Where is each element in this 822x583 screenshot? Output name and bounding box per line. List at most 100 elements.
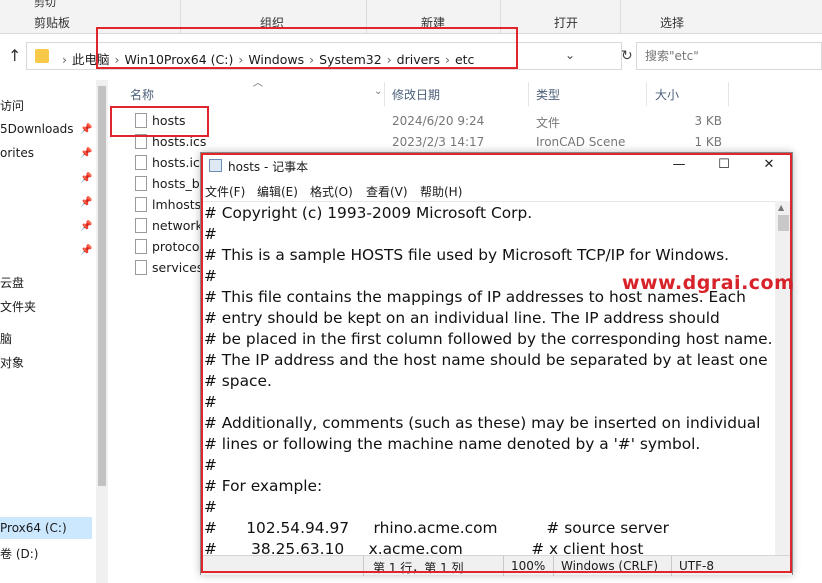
file-name: hosts.ics (152, 155, 207, 170)
column-header-size[interactable]: 大小 (655, 82, 679, 106)
menu-format[interactable]: 格式(O) (310, 183, 353, 200)
file-icon (135, 260, 147, 275)
line-ending: Windows (CRLF) (561, 559, 659, 573)
maximize-button[interactable]: ☐ (706, 155, 742, 177)
file-name: protoco (152, 239, 200, 254)
status-bar: 第 1 行，第 1 列 100% Windows (CRLF) UTF-8 (201, 555, 792, 576)
breadcrumb: › 此电脑 › Win10Prox64 (C:) › Windows › System32 › d… (57, 49, 474, 68)
breadcrumb-sep: › (62, 52, 67, 67)
pin-icon: 📌 (80, 173, 93, 184)
folder-icon (35, 49, 49, 63)
ribbon-divider (366, 0, 367, 34)
file-name: hosts (152, 113, 186, 128)
text-line: # The IP address and the host name shoul… (204, 351, 768, 369)
nav-item-folders[interactable]: 文件夹 (0, 298, 36, 315)
refresh-icon[interactable]: ↻ (621, 48, 633, 64)
text-line: # entry should be kept on an individual … (204, 309, 720, 327)
chevron-down-icon[interactable]: ⌄ (565, 48, 575, 62)
text-line: # (204, 393, 217, 411)
nav-item-this-pc[interactable]: 脑 (0, 330, 12, 347)
file-icon (135, 113, 147, 128)
notepad-icon (209, 159, 222, 172)
text-editor[interactable]: # Copyright (c) 1993-2009 Microsoft Corp… (203, 201, 775, 555)
nav-item-downloads[interactable]: 5Downloads (0, 122, 74, 136)
breadcrumb-sep: › (114, 52, 120, 67)
encoding: UTF-8 (679, 559, 714, 573)
file-date: 2024/6/20 9:24 (392, 114, 485, 128)
menu-file[interactable]: 文件(F) (205, 183, 245, 200)
file-size: 1 KB (694, 135, 722, 149)
menu-help[interactable]: 帮助(H) (420, 183, 462, 200)
column-divider[interactable] (384, 82, 385, 106)
file-icon (135, 197, 147, 212)
breadcrumb-drivers[interactable]: drivers (397, 52, 440, 67)
ribbon-divider (620, 0, 621, 34)
status-divider (503, 556, 504, 576)
status-divider (671, 556, 672, 576)
pin-icon: 📌 (80, 148, 93, 159)
column-header-type[interactable]: 类型 (536, 82, 560, 106)
notepad-window: hosts - 记事本 — ☐ ✕ 文件(F) 编辑(E) 格式(O) 查看(V… (200, 152, 793, 576)
column-divider[interactable] (528, 82, 529, 106)
menu-view[interactable]: 查看(V) (366, 183, 408, 200)
table-row[interactable]: hosts.ics 2023/2/3 14:17 IronCAD Scene 1… (108, 132, 822, 153)
nav-scrollbar-thumb[interactable] (98, 86, 106, 486)
nav-item-drive-c[interactable]: Prox64 (C:) (0, 521, 67, 535)
breadcrumb-system32[interactable]: System32 (319, 52, 382, 67)
menu-edit[interactable]: 编辑(E) (257, 183, 298, 200)
text-line: # 102.54.94.97 rhino.acme.com # source s… (204, 519, 669, 537)
nav-item-quick-access[interactable]: 访问 (0, 97, 24, 114)
table-row[interactable]: hosts 2024/6/20 9:24 文件 3 KB (108, 111, 822, 132)
column-header-name[interactable]: 名称 (130, 82, 154, 106)
ribbon-group-open: 打开 (554, 16, 579, 30)
cut-label[interactable]: 剪切 (34, 0, 56, 10)
text-line: # Additionally, comments (such as these)… (204, 414, 761, 432)
breadcrumb-sep: › (309, 52, 315, 67)
cursor-position: 第 1 行，第 1 列 (373, 561, 464, 575)
zoom-level: 100% (511, 559, 546, 573)
text-line: # (204, 498, 217, 516)
column-divider[interactable] (646, 82, 647, 106)
address-row: ↑ › 此电脑 › Win10Prox64 (C:) › Windows › System32… (0, 38, 822, 74)
minimize-button[interactable]: — (661, 155, 697, 177)
scroll-up-icon[interactable]: ▲ (778, 203, 784, 212)
file-name: hosts.ics (152, 134, 207, 149)
search-input[interactable] (645, 44, 815, 68)
breadcrumb-windows[interactable]: Windows (248, 52, 304, 67)
file-icon (135, 218, 147, 233)
column-divider[interactable] (728, 82, 729, 106)
pin-icon: 📌 (80, 221, 93, 232)
search-box[interactable] (636, 42, 822, 70)
close-button[interactable]: ✕ (751, 155, 787, 177)
text-line: # This is a sample HOSTS file used by Mi… (204, 246, 730, 264)
breadcrumb-sep: › (386, 52, 392, 67)
up-arrow-icon[interactable]: ↑ (8, 46, 21, 65)
text-line: # be placed in the first column followed… (204, 330, 773, 348)
menu-bar: 文件(F) 编辑(E) 格式(O) 查看(V) 帮助(H) (201, 181, 792, 201)
column-header-date[interactable]: 修改日期 (392, 82, 440, 106)
file-date: 2023/2/3 14:17 (392, 135, 485, 149)
ribbon: 剪切 剪贴板 组织 新建 打开 选择 (0, 0, 822, 34)
nav-item-3d-objects[interactable]: 对象 (0, 354, 24, 371)
breadcrumb-etc[interactable]: etc (455, 52, 474, 67)
breadcrumb-sep: › (444, 52, 450, 67)
ribbon-group-clipboard: 剪贴板 (34, 16, 71, 30)
column-menu-icon[interactable]: ⌄ (374, 86, 382, 97)
scrollbar-thumb[interactable] (778, 215, 789, 231)
ribbon-group-organize: 组织 (260, 16, 285, 30)
nav-item-favorites[interactable]: orites (0, 146, 34, 160)
file-type: IronCAD Scene (536, 135, 626, 149)
address-bar[interactable]: › 此电脑 › Win10Prox64 (C:) › Windows › System32 › d… (26, 42, 633, 70)
file-name: network (152, 218, 203, 233)
nav-item-drive-d[interactable]: 卷 (D:) (0, 545, 38, 562)
file-icon (135, 134, 147, 149)
breadcrumb-this-pc[interactable]: 此电脑 (72, 52, 110, 67)
sort-up-icon: ︿ (253, 78, 263, 89)
nav-item-cloud-drive[interactable]: 云盘 (0, 274, 24, 291)
notepad-titlebar[interactable]: hosts - 记事本 — ☐ ✕ (201, 153, 792, 179)
pin-icon: 📌 (80, 197, 93, 208)
status-divider (363, 556, 364, 576)
breadcrumb-drive-c[interactable]: Win10Prox64 (C:) (125, 52, 234, 67)
vertical-scrollbar[interactable] (775, 201, 792, 555)
text-line: # Copyright (c) 1993-2009 Microsoft Corp… (204, 204, 533, 222)
